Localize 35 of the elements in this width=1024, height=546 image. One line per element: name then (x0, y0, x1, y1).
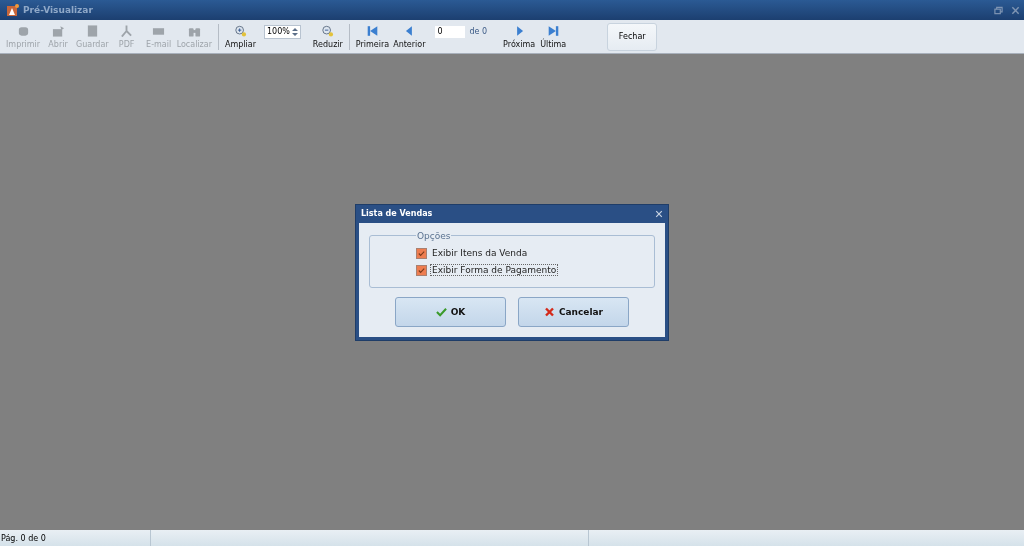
next-page-button[interactable]: Próxima (501, 24, 538, 49)
zoom-out-icon (321, 24, 335, 37)
previous-page-button[interactable]: Anterior (391, 24, 428, 49)
page-number-field[interactable]: 0 (435, 25, 466, 38)
restore-icon[interactable] (994, 5, 1003, 15)
checkmark-icon (435, 306, 447, 317)
toolbar-icon (120, 24, 134, 37)
status-page: Pág. 0 de 0 (0, 530, 151, 546)
toolbar-icon (85, 24, 99, 37)
close-button[interactable]: Fechar (607, 22, 658, 51)
checkbox[interactable] (416, 264, 427, 276)
zoom-in-button[interactable]: Ampliar (223, 24, 258, 49)
spin-arrows-icon (291, 26, 298, 37)
close-icon[interactable] (1011, 5, 1020, 15)
group-label: Opções (416, 230, 452, 241)
first-page-icon (366, 24, 379, 37)
last-page-icon (546, 24, 560, 37)
zoom-in-icon (234, 24, 247, 37)
dialog-title: Lista de Vendas (361, 209, 433, 218)
page-total-label: de 0 (469, 27, 488, 36)
checkbox[interactable] (416, 247, 427, 259)
zoom-spin-field[interactable]: 100% (264, 24, 301, 39)
ok-button[interactable]: OK (395, 296, 506, 327)
cancel-button[interactable]: Cancelar (518, 296, 629, 327)
toolbar-icon (16, 24, 30, 37)
close-icon (543, 306, 555, 317)
first-page-button[interactable]: Primeira (353, 24, 392, 49)
toolbar-icon (51, 24, 65, 37)
close-icon[interactable] (655, 209, 663, 218)
checkbox-label[interactable]: Exibir Itens da Venda (430, 247, 530, 259)
zoom-out-button[interactable]: Reduzir (310, 24, 345, 49)
checkbox-label[interactable]: Exibir Forma de Pagamento (430, 264, 559, 276)
app-icon (7, 4, 19, 16)
last-page-button[interactable]: Última (537, 24, 570, 49)
window-title: Pré-Visualizar (23, 5, 93, 15)
